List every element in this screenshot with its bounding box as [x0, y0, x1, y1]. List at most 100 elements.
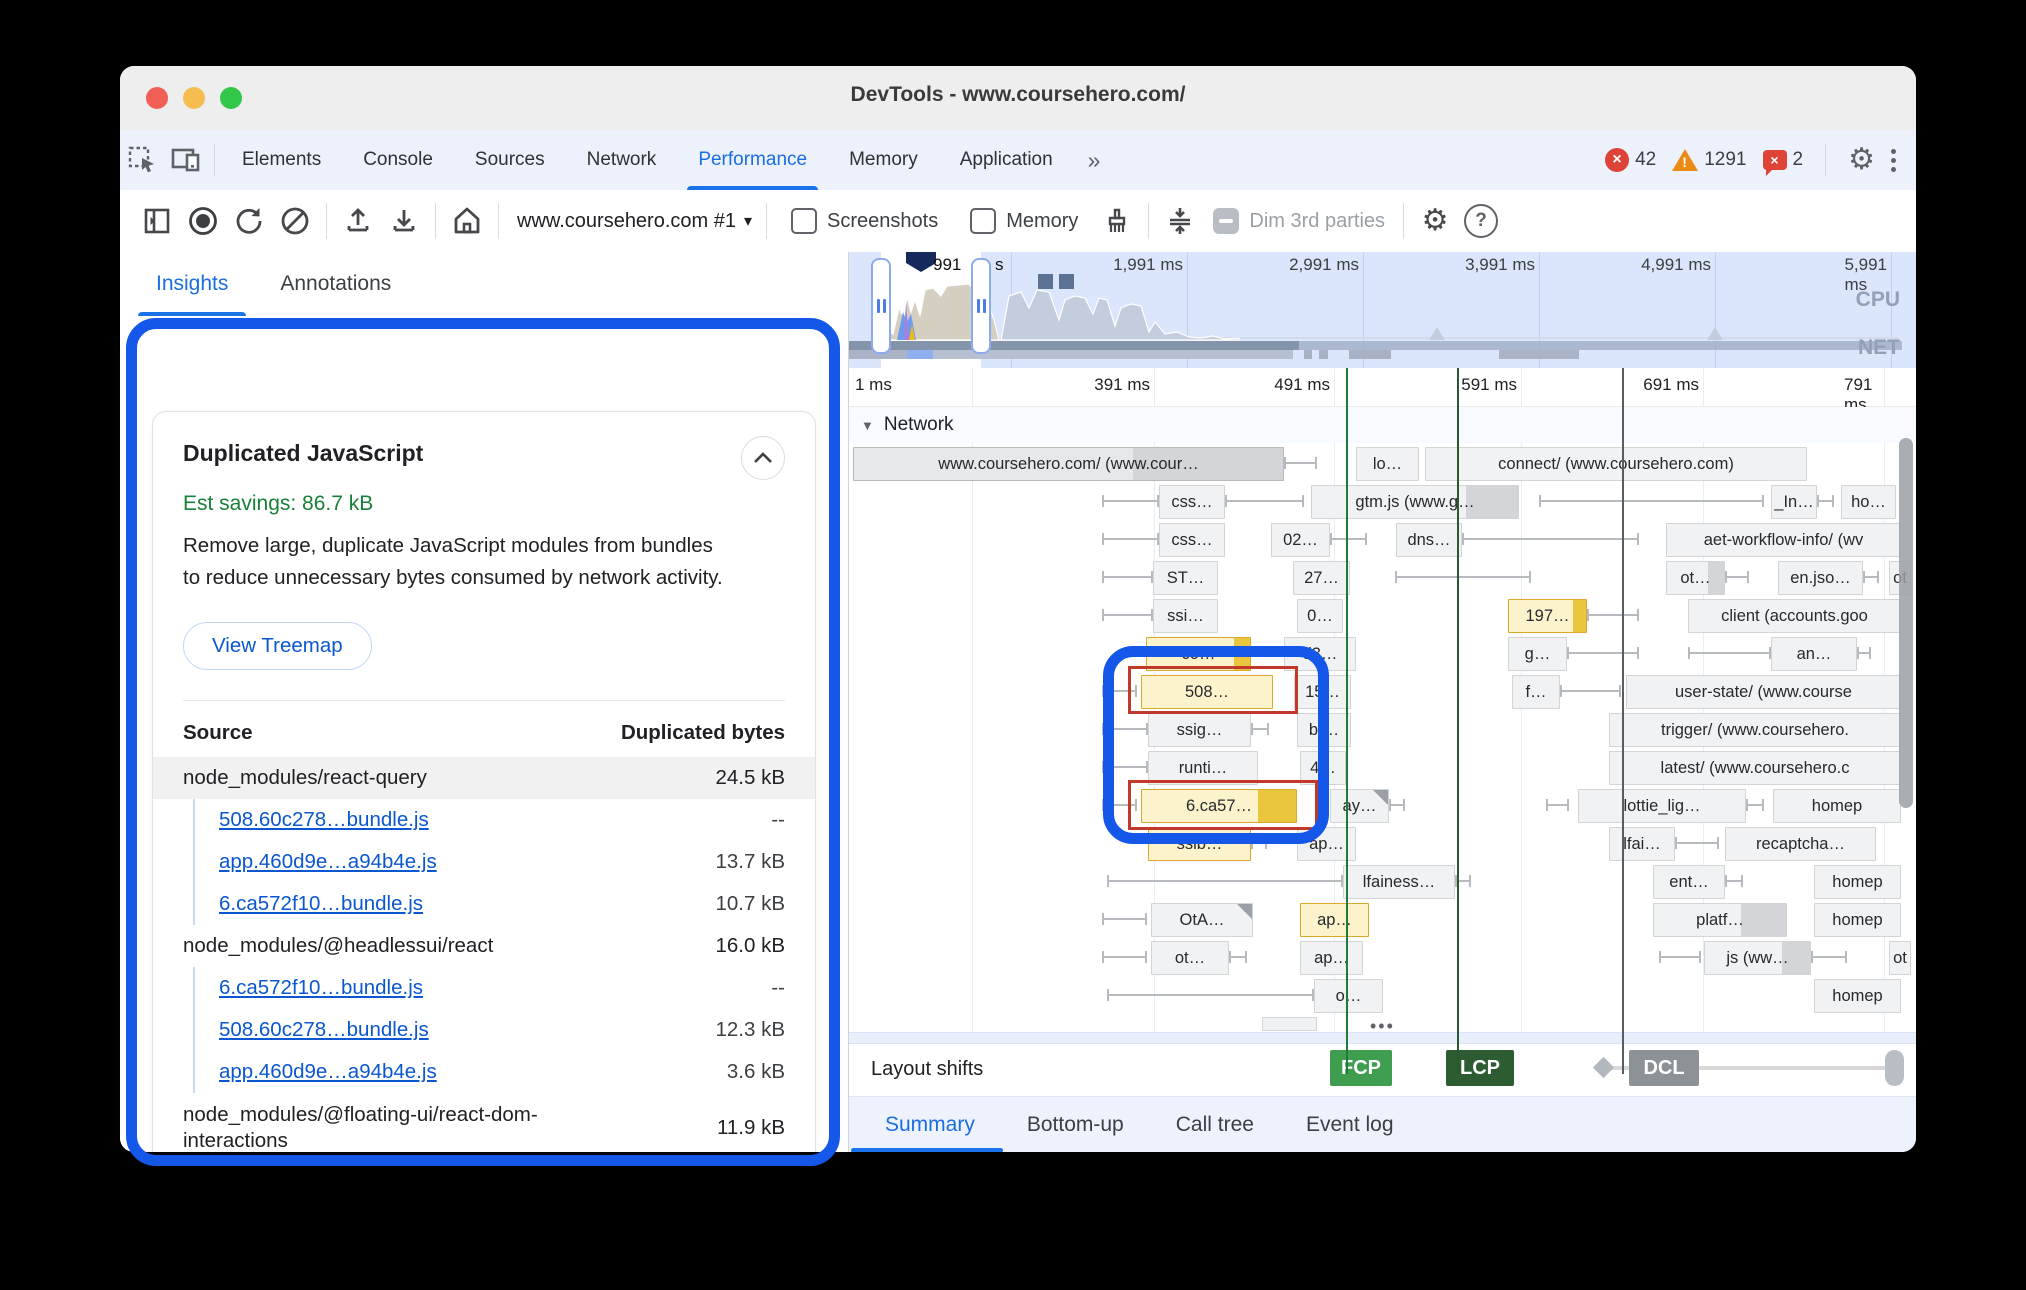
network-request[interactable]: ot… — [1151, 941, 1229, 975]
vertical-scrollbar[interactable] — [1899, 438, 1913, 808]
tab-sources[interactable]: Sources — [454, 130, 566, 190]
network-request[interactable]: ho… — [1841, 485, 1896, 519]
network-request[interactable]: css… — [1159, 485, 1225, 519]
network-request[interactable]: user-state/ (www.course — [1626, 675, 1901, 709]
selection-right-handle[interactable] — [971, 258, 991, 354]
device-toolbar-icon[interactable] — [164, 139, 208, 181]
network-request[interactable]: 197… — [1508, 599, 1587, 633]
inspect-element-icon[interactable] — [120, 139, 164, 181]
help-icon[interactable]: ? — [1458, 198, 1504, 244]
network-section-header[interactable]: ▼ Network — [849, 407, 1916, 443]
network-request[interactable]: 0… — [1297, 599, 1343, 633]
network-request[interactable]: ssi… — [1153, 599, 1218, 633]
network-request[interactable]: 02… — [1271, 523, 1330, 557]
network-request[interactable]: platf… — [1653, 903, 1787, 937]
ruler-time-label: 691 ms — [1643, 375, 1699, 395]
dcl-badge[interactable]: DCL — [1629, 1050, 1699, 1086]
settings-gear-icon[interactable]: ⚙ — [1848, 145, 1875, 175]
console-errors-badge[interactable]: × 42 — [1605, 148, 1656, 172]
network-request[interactable]: dns… — [1396, 523, 1462, 557]
sidebar-tab-insights[interactable]: Insights — [156, 252, 228, 316]
network-request[interactable]: homep — [1814, 979, 1901, 1013]
more-tabs-icon[interactable]: » — [1074, 130, 1115, 190]
details-tab-summary[interactable]: Summary — [859, 1097, 1001, 1152]
network-request[interactable]: o… — [1314, 979, 1383, 1013]
tabbar-right-cluster: × 42 1291 × 2 ⚙ — [1605, 144, 1916, 176]
network-request[interactable]: homep — [1773, 789, 1901, 823]
network-request[interactable]: client (accounts.goo — [1688, 599, 1901, 633]
home-icon[interactable] — [444, 198, 490, 244]
network-request[interactable]: trigger/ (www.coursehero. — [1609, 713, 1901, 747]
active-tab-underline — [851, 1148, 1003, 1152]
network-request[interactable]: recaptcha… — [1725, 827, 1876, 861]
record-icon[interactable] — [180, 198, 226, 244]
network-request[interactable]: lo… — [1356, 447, 1419, 481]
divider — [1825, 144, 1826, 176]
network-request[interactable]: an… — [1771, 637, 1857, 671]
issues-badge[interactable]: × 2 — [1763, 149, 1804, 171]
network-request[interactable]: js (ww… — [1704, 941, 1811, 975]
request-whisker — [1725, 880, 1743, 882]
network-request[interactable]: OtA… — [1151, 903, 1253, 937]
network-request[interactable]: aet-workflow-info/ (wv — [1666, 523, 1901, 557]
more-options-icon[interactable] — [1891, 149, 1896, 172]
network-request[interactable]: gtm.js (www.g… — [1311, 485, 1519, 519]
network-request[interactable]: ay… — [1330, 789, 1389, 823]
divider — [435, 203, 436, 239]
tab-network[interactable]: Network — [566, 130, 678, 190]
network-request[interactable]: ap… — [1300, 903, 1369, 937]
tab-memory[interactable]: Memory — [828, 130, 939, 190]
clear-icon[interactable] — [272, 198, 318, 244]
tab-application[interactable]: Application — [939, 130, 1074, 190]
network-request[interactable]: _In… — [1771, 485, 1817, 519]
network-request[interactable]: ot… — [1666, 561, 1725, 595]
network-request[interactable]: www.coursehero.com/ (www.cour… — [853, 447, 1284, 481]
network-request[interactable] — [1262, 1017, 1317, 1031]
details-tab-event-log[interactable]: Event log — [1280, 1097, 1420, 1152]
request-whisker — [1567, 652, 1639, 654]
toggle-sidebar-icon[interactable] — [134, 198, 180, 244]
dim-third-parties-toggle[interactable]: Dim 3rd parties — [1213, 208, 1385, 234]
long-task-marker — [1038, 274, 1053, 289]
tab-performance[interactable]: Performance — [677, 130, 828, 190]
network-request[interactable]: ot — [1889, 941, 1911, 975]
network-request[interactable]: homep — [1814, 865, 1901, 899]
more-rows-ellipsis[interactable]: ••• — [1370, 1016, 1395, 1032]
network-request[interactable]: lfai… — [1609, 827, 1675, 861]
details-tab-call-tree[interactable]: Call tree — [1150, 1097, 1280, 1152]
tab-elements[interactable]: Elements — [221, 130, 342, 190]
network-request[interactable]: css… — [1159, 523, 1225, 557]
sidebar-tab-annotations[interactable]: Annotations — [280, 252, 391, 316]
net-activity-bar — [849, 341, 1299, 350]
network-request[interactable]: lottie_lig… — [1578, 789, 1746, 823]
network-request[interactable]: ent… — [1653, 865, 1725, 899]
network-request[interactable]: ST… — [1153, 561, 1218, 595]
console-warnings-badge[interactable]: 1291 — [1672, 149, 1746, 171]
network-request[interactable]: 27… — [1293, 561, 1350, 595]
download-profile-icon[interactable] — [381, 198, 427, 244]
capture-settings-gear-icon[interactable]: ⚙ — [1412, 198, 1458, 244]
annotation-highlight-waterfall — [1103, 646, 1329, 844]
network-request[interactable]: lfainess… — [1343, 865, 1455, 899]
network-request[interactable]: ap… — [1300, 941, 1363, 975]
network-request[interactable]: homep — [1814, 903, 1901, 937]
history-dropdown[interactable]: www.coursehero.com #1 ▾ — [517, 210, 752, 233]
reload-record-icon[interactable] — [226, 198, 272, 244]
upload-profile-icon[interactable] — [335, 198, 381, 244]
fcp-badge[interactable]: FCP — [1330, 1050, 1392, 1086]
collapse-sections-icon[interactable] — [1157, 198, 1203, 244]
screenshots-checkbox[interactable]: Screenshots — [791, 208, 938, 234]
memory-checkbox[interactable]: Memory — [970, 208, 1078, 234]
tab-console[interactable]: Console — [342, 130, 454, 190]
network-request[interactable]: connect/ (www.coursehero.com) — [1425, 447, 1807, 481]
devtools-tabbar: ElementsConsoleSourcesNetworkPerformance… — [120, 130, 1916, 191]
network-request[interactable]: en.jso… — [1778, 561, 1863, 595]
timeline-overview[interactable]: 991 s 1,991 ms2,991 ms3,991 ms4,991 ms5,… — [849, 252, 1916, 369]
details-tab-bottom-up[interactable]: Bottom-up — [1001, 1097, 1150, 1152]
network-waterfall[interactable]: 1 ms391 ms491 ms591 ms691 ms791 ms ▼ Net… — [849, 368, 1916, 1032]
selection-left-handle[interactable] — [871, 258, 891, 354]
garbage-collect-icon[interactable] — [1094, 198, 1140, 244]
network-request[interactable]: g… — [1508, 637, 1567, 671]
network-request[interactable]: latest/ (www.coursehero.c — [1609, 751, 1901, 785]
network-request[interactable]: f… — [1512, 675, 1560, 709]
